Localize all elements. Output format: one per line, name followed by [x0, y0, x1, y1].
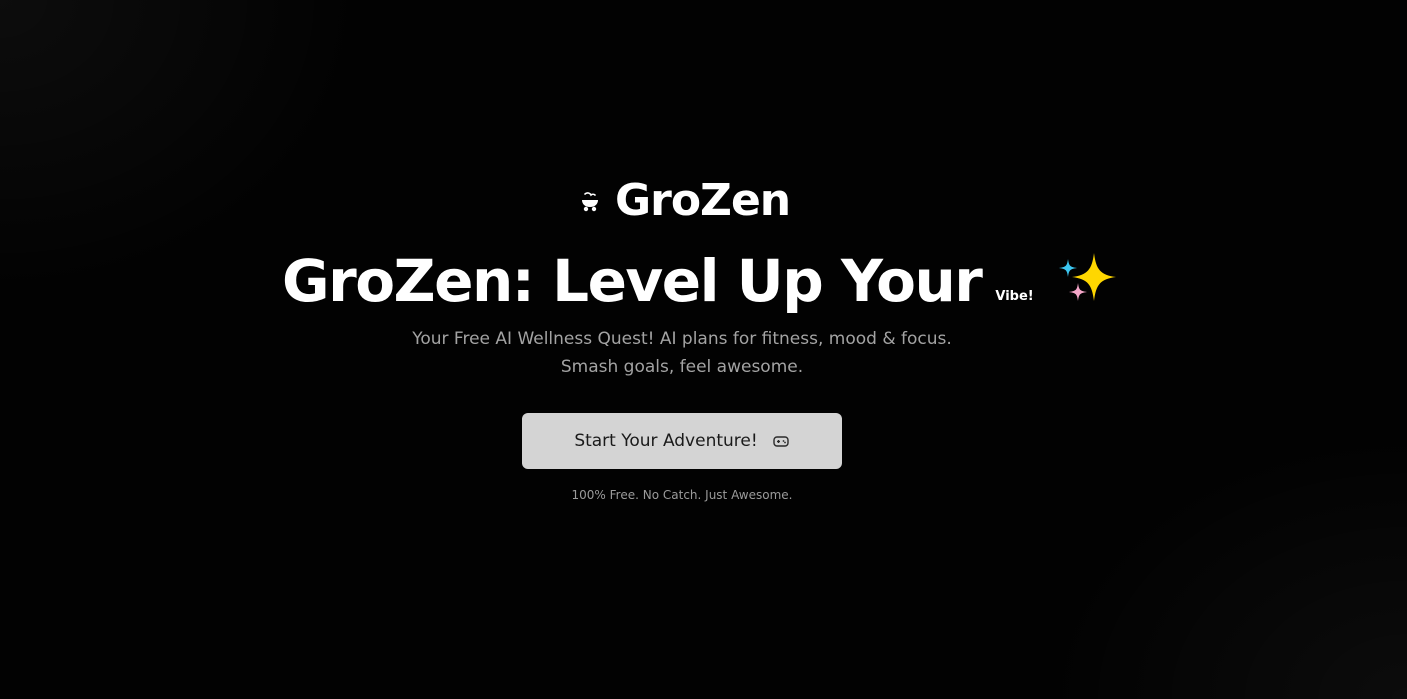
bowl-icon — [578, 189, 602, 213]
free-note: 100% Free. No Catch. Just Awesome. — [571, 488, 793, 502]
gamepad-icon — [772, 432, 790, 450]
subtitle-line-2: Smash goals, feel awesome. — [560, 357, 804, 377]
sparkles-icon — [1056, 249, 1120, 313]
hero-section: GroZen GroZen: Level Up Your Vibe! Your … — [0, 0, 1407, 699]
page-headline: GroZen: Level Up Your Vibe! — [282, 244, 1120, 318]
brand-name: GroZen — [615, 175, 791, 226]
headline-text: GroZen: Level Up Your — [282, 247, 983, 315]
headline-vibe-text: Vibe! — [995, 288, 1034, 304]
brand-logo[interactable]: GroZen — [578, 174, 791, 228]
start-adventure-button[interactable]: Start Your Adventure! — [522, 413, 842, 469]
subtitle-line-1: Your Free AI Wellness Quest! AI plans fo… — [412, 329, 952, 349]
start-adventure-label: Start Your Adventure! — [574, 431, 758, 451]
